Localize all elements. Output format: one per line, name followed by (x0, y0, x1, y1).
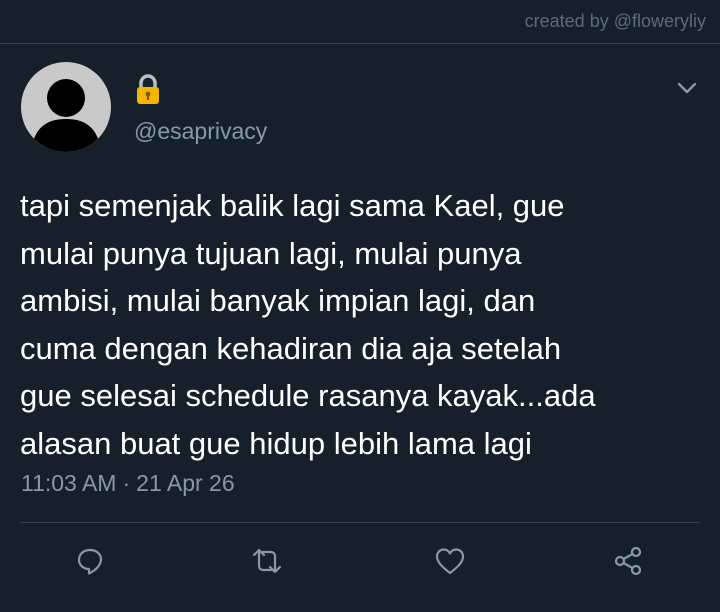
default-avatar-icon (31, 79, 101, 152)
retweet-button[interactable] (247, 542, 287, 580)
like-button[interactable] (430, 542, 470, 580)
avatar[interactable] (21, 62, 111, 152)
tweet-actions-bar (0, 542, 720, 580)
top-divider (0, 43, 720, 44)
share-icon (614, 546, 642, 576)
tweet-time: 11:03 AM (21, 470, 117, 496)
tweet-timestamp[interactable]: 11:03 AM · 21 Apr 26 (21, 470, 235, 497)
tweet-date: 21 Apr 26 (136, 470, 235, 496)
reply-icon (77, 548, 103, 575)
heart-icon (435, 548, 465, 575)
chevron-down-icon[interactable] (676, 80, 698, 96)
timestamp-separator: · (122, 470, 131, 496)
tweet-text-line: cuma dengan kehadiran dia aja setelah (20, 330, 562, 366)
tweet-text-line: alasan buat gue hidup lebih lama lagi (20, 425, 532, 461)
tweet-text-line: gue selesai schedule rasanya kayak...ada (20, 378, 596, 413)
retweet-icon (252, 548, 282, 574)
user-handle[interactable]: @esaprivacy (134, 118, 267, 145)
tweet-text-line: ambisi, mulai banyak impian lagi, dan (20, 283, 536, 318)
tweet-text-line: tapi semenjak balik lagi sama Kael, gue (20, 188, 565, 223)
lock-icon (134, 74, 162, 106)
tweet-text-line: mulai punya tujuan lagi, mulai punya (20, 235, 522, 271)
share-button[interactable] (608, 542, 648, 580)
credit-text: created by @floweryliy (524, 11, 706, 31)
reply-button[interactable] (70, 542, 110, 580)
bottom-divider (20, 522, 700, 523)
tweet-text: tapi semenjak balik lagi sama Kael, gue … (20, 182, 705, 467)
